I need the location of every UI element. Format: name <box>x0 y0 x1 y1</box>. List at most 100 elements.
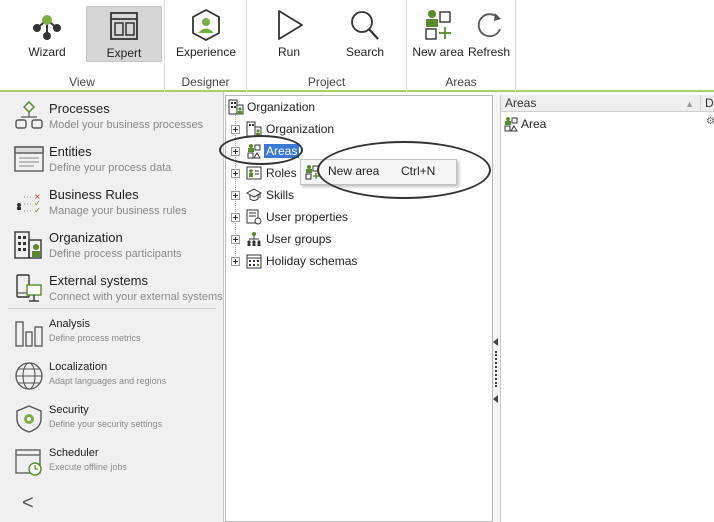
tree-node-holiday-schemas[interactable]: Holiday schemas <box>226 252 486 272</box>
areas-list-view: Areas ▲ D Area ⚙ <box>500 95 714 522</box>
nav-item-entities[interactable]: Entities Define your process data <box>0 144 224 178</box>
tree-node-label: Roles <box>266 166 297 180</box>
settings-gear-icon[interactable]: ⚙ <box>706 116 714 127</box>
tree-node-user-properties[interactable]: User properties <box>226 208 486 228</box>
external-systems-icon <box>16 274 42 302</box>
list-row-label: Area <box>521 117 547 131</box>
experience-button[interactable]: Experience <box>168 6 244 62</box>
nav-subtitle: Adapt languages and regions <box>49 376 167 386</box>
nav-title: Business Rules <box>49 187 139 202</box>
scheduler-icon <box>15 449 42 476</box>
expert-icon <box>110 12 138 40</box>
nav-item-business-rules[interactable]: × ✓ ✓ Business Rules Manage your busines… <box>0 187 224 221</box>
nav-item-localization[interactable]: Localization Adapt languages and regions <box>0 361 224 395</box>
ribbon-group-project: Run Search Project <box>247 0 407 92</box>
tree-node-organization[interactable]: Organization <box>226 120 486 140</box>
nav-item-scheduler[interactable]: Scheduler Execute offline jobs <box>0 447 224 481</box>
list-row[interactable]: Area ⚙ <box>501 115 714 133</box>
context-menu-label: New area <box>328 164 380 178</box>
localization-icon <box>15 362 43 390</box>
pane-splitter[interactable] <box>493 95 500 522</box>
run-icon <box>278 10 303 40</box>
collapse-panel-button[interactable]: < <box>22 492 34 515</box>
expand-icon[interactable] <box>231 191 240 200</box>
analysis-icon <box>15 321 43 347</box>
refresh-label: Refresh <box>467 45 511 59</box>
experience-label: Experience <box>175 45 237 59</box>
tree-node-label: Areas <box>264 144 300 158</box>
expert-button[interactable]: Expert <box>86 6 162 62</box>
context-menu-shortcut: Ctrl+N <box>401 164 436 178</box>
tree-node-label: Organization <box>266 122 335 136</box>
processes-icon <box>15 101 43 129</box>
project-group-label: Project <box>307 75 346 89</box>
ribbon-group-areas: New area Refresh Areas <box>407 0 516 92</box>
collapse-arrow-icon[interactable] <box>493 338 498 346</box>
tree-root-node[interactable]: Organization <box>226 98 486 118</box>
nav-item-organization[interactable]: Organization Define process participants <box>0 230 224 264</box>
refresh-button[interactable]: Refresh <box>465 6 513 62</box>
nav-subtitle: Define process metrics <box>49 333 141 343</box>
run-label: Run <box>277 45 300 59</box>
nav-title: Analysis <box>49 318 90 330</box>
entities-icon <box>14 146 44 172</box>
nav-item-processes[interactable]: Processes Model your business processes <box>0 101 224 135</box>
nav-title: Localization <box>49 361 108 373</box>
expand-icon[interactable] <box>231 257 240 266</box>
tree-node-skills[interactable]: Skills <box>226 186 486 206</box>
expand-icon[interactable] <box>231 147 240 156</box>
wizard-button[interactable]: Wizard <box>9 6 85 62</box>
tree-node-label: User groups <box>266 232 332 246</box>
nav-title: External systems <box>49 273 148 288</box>
column-header-areas[interactable]: Areas ▲ <box>501 95 701 112</box>
nav-title: Processes <box>49 101 110 116</box>
wizard-label: Wizard <box>28 45 66 59</box>
organization-icon <box>228 99 244 115</box>
column-header-description[interactable]: D <box>701 95 714 112</box>
collapse-arrow-icon[interactable] <box>493 395 498 403</box>
areas-icon <box>247 144 261 159</box>
nav-title: Scheduler <box>49 447 99 459</box>
view-group-label: View <box>69 75 95 89</box>
search-button[interactable]: Search <box>327 6 403 62</box>
context-menu: New area Ctrl+N <box>300 159 457 185</box>
sort-ascending-icon: ▲ <box>685 99 694 109</box>
expand-icon[interactable] <box>231 213 240 222</box>
column-header-label: Areas <box>505 96 537 110</box>
expand-icon[interactable] <box>231 235 240 244</box>
nav-title: Security <box>49 404 89 416</box>
nav-subtitle: Define process participants <box>49 248 182 260</box>
tree-node-user-groups[interactable]: User groups <box>226 230 486 250</box>
expert-label: Expert <box>106 46 142 60</box>
holiday-schemas-icon <box>246 254 262 269</box>
nav-separator <box>8 308 216 309</box>
nav-title: Entities <box>49 144 92 159</box>
grip-handle[interactable] <box>495 351 497 387</box>
expand-icon[interactable] <box>231 125 240 134</box>
user-groups-icon <box>247 232 261 246</box>
nav-item-analysis[interactable]: Analysis Define process metrics <box>0 318 224 352</box>
search-icon <box>351 11 379 40</box>
tree-node-label: Skills <box>266 188 295 202</box>
context-menu-item-new-area[interactable]: New area Ctrl+N <box>301 160 456 184</box>
nav-item-external-systems[interactable]: External systems Connect with your exter… <box>0 273 224 307</box>
areas-group-label: Areas <box>445 75 477 89</box>
area-icon <box>504 117 518 132</box>
search-label: Search <box>345 45 385 59</box>
new-area-icon <box>305 165 319 180</box>
nav-subtitle: Connect with your external systems <box>49 291 223 303</box>
nav-subtitle: Manage your business rules <box>49 205 187 217</box>
security-icon <box>16 405 42 433</box>
experience-icon <box>192 8 220 42</box>
new-area-icon <box>425 10 451 40</box>
business-rules-icon: × ✓ ✓ <box>17 192 41 215</box>
tree-root-label: Organization <box>247 100 316 114</box>
nav-subtitle: Model your business processes <box>49 119 204 131</box>
expand-icon[interactable] <box>231 169 240 178</box>
nav-title: Organization <box>49 230 123 245</box>
organization-icon <box>246 121 262 137</box>
ribbon-toolbar: Wizard Expert View Experience Designer R… <box>0 0 714 92</box>
nav-item-security[interactable]: Security Define your security settings <box>0 404 224 438</box>
user-properties-icon <box>246 209 262 225</box>
run-button[interactable]: Run <box>251 6 327 62</box>
